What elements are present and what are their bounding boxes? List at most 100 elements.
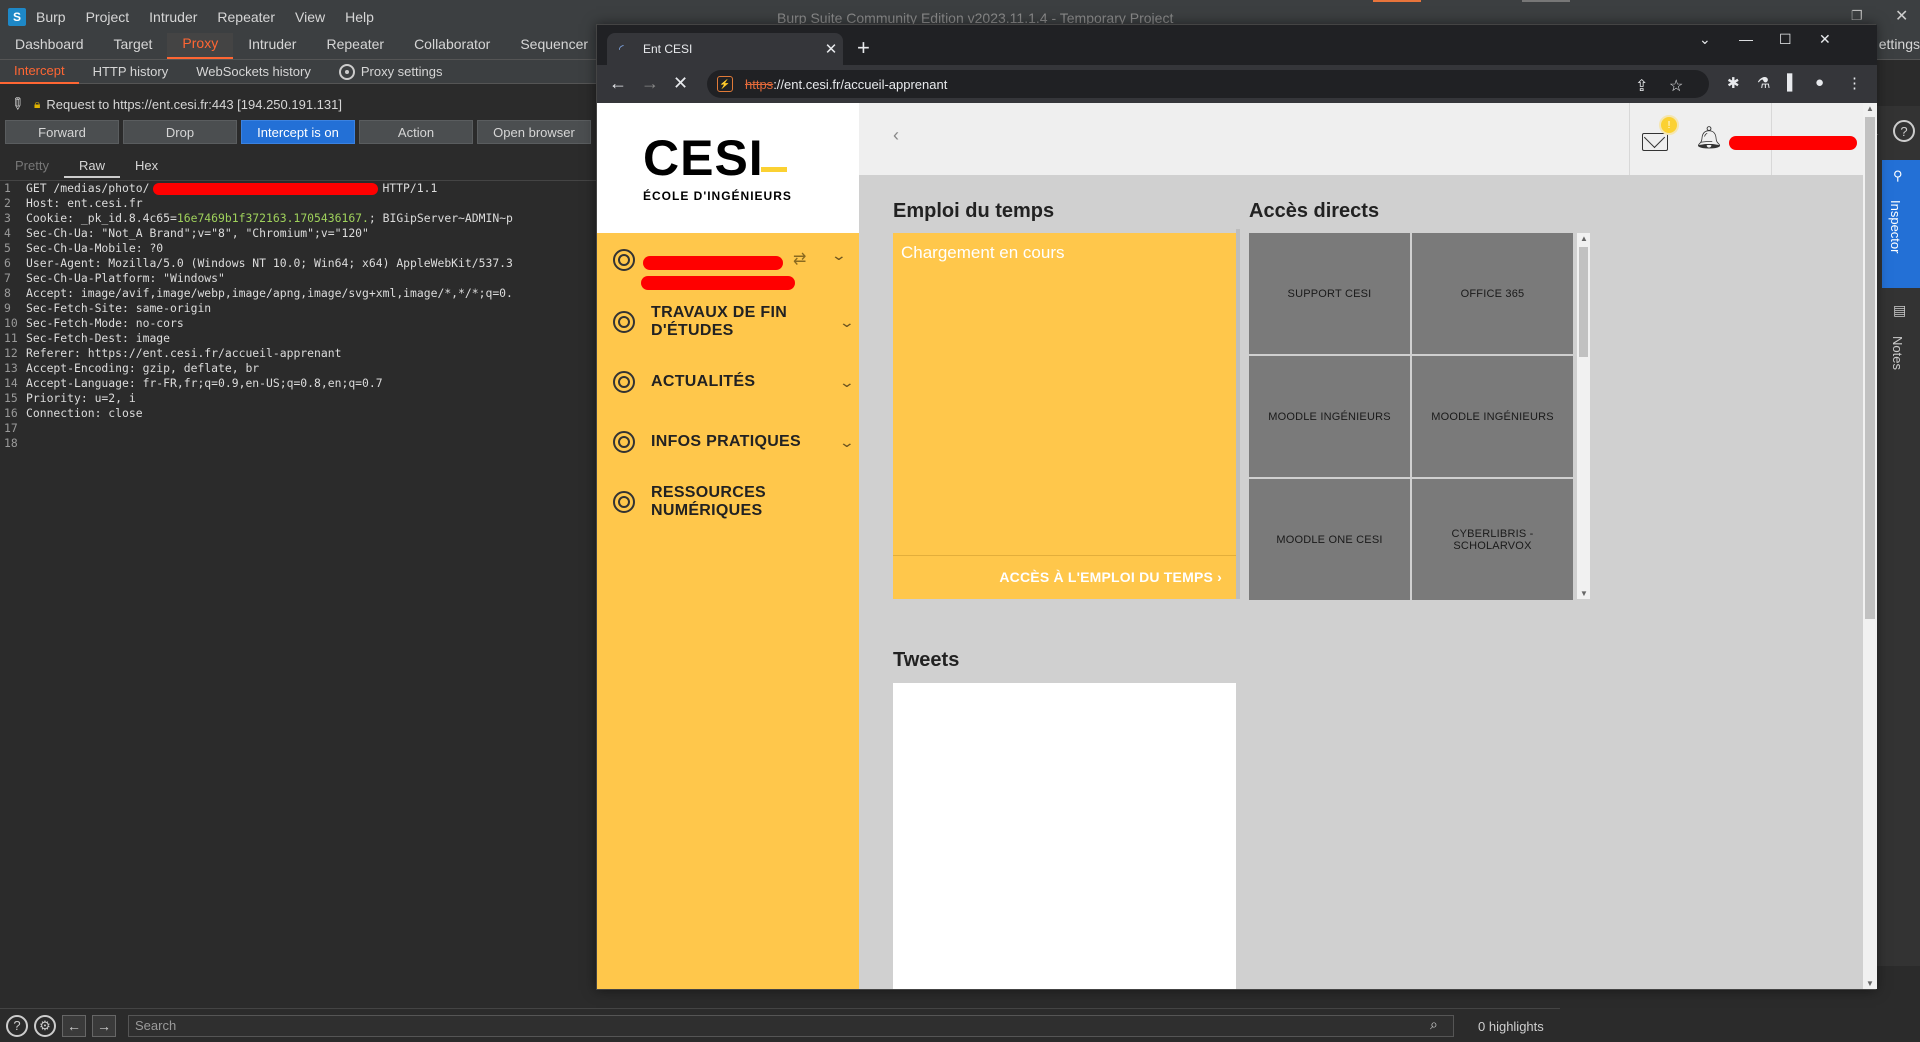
- tile-office-365[interactable]: OFFICE 365: [1412, 233, 1573, 354]
- code-line[interactable]: 11 Sec-Fetch-Dest: image: [0, 331, 596, 346]
- tab-collaborator[interactable]: Collaborator: [399, 33, 505, 59]
- sidebar-item-actualites[interactable]: ACTUALITÉS ⌄: [613, 367, 855, 397]
- tiles-scroll-thumb[interactable]: [1579, 247, 1588, 357]
- help-question-icon[interactable]: ?: [1893, 120, 1915, 142]
- code-line[interactable]: 2 Host: ent.cesi.fr: [0, 196, 596, 211]
- redacted-username[interactable]: [1729, 136, 1857, 150]
- scroll-up-icon[interactable]: ▲: [1580, 234, 1588, 243]
- tab-dashboard[interactable]: Dashboard: [0, 33, 99, 59]
- previous-match-button[interactable]: ←: [62, 1014, 86, 1037]
- tab-close-icon[interactable]: ✕: [819, 40, 843, 58]
- code-line[interactable]: 12 Referer: https://ent.cesi.fr/accueil-a…: [0, 346, 596, 361]
- next-match-button[interactable]: →: [92, 1014, 116, 1037]
- tab-hex[interactable]: Hex: [120, 156, 173, 178]
- edt-access-link[interactable]: ACCÈS À L'EMPLOI DU TEMPS ›: [999, 569, 1222, 585]
- lab-flask-icon[interactable]: ⚗: [1757, 74, 1770, 92]
- chevron-down-icon[interactable]: ⌄: [839, 314, 855, 331]
- tab-websockets-history[interactable]: WebSockets history: [182, 60, 325, 84]
- restore-icon[interactable]: ❐: [1851, 8, 1863, 24]
- intercept-toggle-button[interactable]: Intercept is on: [241, 120, 355, 144]
- maximize-icon[interactable]: ☐: [1779, 31, 1792, 48]
- code-line[interactable]: 1 GET /medias/photo/HTTP/1.1: [0, 181, 596, 196]
- settings-button[interactable]: ettings: [1879, 36, 1920, 52]
- tab-target[interactable]: Target: [99, 33, 168, 59]
- share-icon[interactable]: ⇪: [1635, 76, 1648, 96]
- code-line[interactable]: 4 Sec-Ch-Ua: "Not_A Brand";v="8", "Chromi…: [0, 226, 596, 241]
- pencil-icon[interactable]: ✎: [4, 91, 29, 116]
- extensions-icon[interactable]: ✱: [1727, 74, 1740, 92]
- profile-icon[interactable]: ●: [1815, 74, 1824, 91]
- tab-search-chevron-icon[interactable]: ⌄: [1699, 31, 1711, 48]
- code-line[interactable]: 15 Priority: u=2, i: [0, 391, 596, 406]
- url-bar[interactable]: ⚡ https ://ent.cesi.fr/accueil-apprenant…: [707, 70, 1709, 98]
- help-icon[interactable]: ?: [6, 1014, 28, 1037]
- menu-project[interactable]: Project: [86, 9, 130, 25]
- code-line[interactable]: 13 Accept-Encoding: gzip, deflate, br: [0, 361, 596, 376]
- collapse-chevron-icon[interactable]: ‹: [893, 125, 899, 146]
- menu-view[interactable]: View: [295, 9, 325, 25]
- sidebar-item-travaux[interactable]: TRAVAUX DE FIN D'ÉTUDES ⌄: [613, 304, 855, 339]
- code-line[interactable]: 16 Connection: close: [0, 406, 596, 421]
- scroll-down-icon[interactable]: ▼: [1580, 589, 1588, 598]
- tile-moodle-ingenieurs-2[interactable]: MOODLE INGÉNIEURS: [1412, 356, 1573, 477]
- search-icon[interactable]: ⌕: [1430, 1016, 1438, 1033]
- tile-moodle-ingenieurs[interactable]: MOODLE INGÉNIEURS: [1249, 356, 1410, 477]
- code-line[interactable]: 17: [0, 421, 596, 436]
- tab-raw[interactable]: Raw: [63, 156, 120, 178]
- new-tab-icon[interactable]: +: [857, 35, 870, 61]
- code-line[interactable]: 6 User-Agent: Mozilla/5.0 (Windows NT 10.…: [0, 256, 596, 271]
- tab-intercept[interactable]: Intercept: [0, 60, 79, 84]
- tab-http-history[interactable]: HTTP history: [79, 60, 183, 84]
- tiles-scrollbar[interactable]: ▲ ▼: [1577, 233, 1590, 599]
- not-secure-icon[interactable]: ⚡: [717, 76, 733, 92]
- tab-intruder[interactable]: Intruder: [233, 33, 311, 59]
- action-button[interactable]: Action: [359, 120, 473, 144]
- menu-help[interactable]: Help: [345, 9, 374, 25]
- tab-proxy-settings[interactable]: Proxy settings: [325, 60, 457, 84]
- tile-moodle-one-cesi[interactable]: MOODLE ONE CESI: [1249, 479, 1410, 600]
- tab-sequencer[interactable]: Sequencer: [505, 33, 603, 59]
- mail-icon[interactable]: [1642, 133, 1668, 151]
- browser-tab[interactable]: ◜ Ent CESI ✕: [607, 33, 843, 65]
- close-icon[interactable]: ✕: [1895, 6, 1908, 26]
- tile-cyberlibris[interactable]: CYBERLIBRIS - SCHOLARVOX: [1412, 479, 1573, 600]
- forward-button[interactable]: Forward: [5, 120, 119, 144]
- chevron-down-icon[interactable]: ⌄: [839, 434, 855, 451]
- menu-intruder[interactable]: Intruder: [149, 9, 197, 25]
- code-line[interactable]: 5 Sec-Ch-Ua-Mobile: ?0: [0, 241, 596, 256]
- kebab-menu-icon[interactable]: ⋮: [1847, 74, 1862, 92]
- scroll-up-icon[interactable]: ▲: [1866, 104, 1874, 113]
- chrome-close-icon[interactable]: ✕: [1819, 31, 1831, 48]
- menu-burp[interactable]: Burp: [36, 9, 66, 25]
- stop-icon[interactable]: ✕: [673, 73, 688, 94]
- tab-pretty[interactable]: Pretty: [0, 156, 64, 178]
- side-panel-icon[interactable]: ▌: [1787, 74, 1798, 91]
- code-line[interactable]: 3 Cookie: _pk_id.8.4c65=16e7469b1f372163.…: [0, 211, 596, 226]
- code-line[interactable]: 14 Accept-Language: fr-FR,fr;q=0.9,en-US;…: [0, 376, 596, 391]
- code-line[interactable]: 18: [0, 436, 596, 451]
- tab-proxy[interactable]: Proxy: [167, 33, 234, 59]
- search-input[interactable]: Search: [128, 1015, 1454, 1037]
- logo-area[interactable]: CESI ÉCOLE D'INGÉNIEURS: [597, 103, 859, 233]
- code-line[interactable]: 8 Accept: image/avif,image/webp,image/apn…: [0, 286, 596, 301]
- tile-support-cesi[interactable]: SUPPORT CESI: [1249, 233, 1410, 354]
- settings-gear-icon[interactable]: ⚙: [34, 1014, 56, 1037]
- minimize-icon[interactable]: —: [1739, 31, 1753, 47]
- sidebar-item-ressources[interactable]: RESSOURCES NUMÉRIQUES: [613, 484, 853, 519]
- bookmark-star-icon[interactable]: ☆: [1669, 76, 1683, 96]
- drop-button[interactable]: Drop: [123, 120, 237, 144]
- tab-repeater[interactable]: Repeater: [311, 33, 399, 59]
- bell-icon[interactable]: 🔔︎: [1695, 125, 1723, 151]
- forward-arrow-icon[interactable]: →: [641, 73, 659, 94]
- chevron-down-icon[interactable]: ⌄: [839, 374, 855, 391]
- request-editor[interactable]: 1 GET /medias/photo/HTTP/1.1 2 Host: ent.ce…: [0, 180, 596, 1000]
- code-line[interactable]: 9 Sec-Fetch-Site: same-origin: [0, 301, 596, 316]
- page-scroll-thumb[interactable]: [1865, 117, 1875, 619]
- notes-label[interactable]: Notes: [1890, 336, 1905, 370]
- code-line[interactable]: 10 Sec-Fetch-Mode: no-cors: [0, 316, 596, 331]
- page-scrollbar[interactable]: ▲ ▼: [1863, 103, 1877, 989]
- menu-repeater[interactable]: Repeater: [217, 9, 275, 25]
- swap-arrows-icon[interactable]: ⇄: [793, 249, 806, 269]
- chevron-down-icon[interactable]: ⌄: [831, 247, 847, 264]
- sidebar-item-infos-pratiques[interactable]: INFOS PRATIQUES ⌄: [613, 427, 855, 457]
